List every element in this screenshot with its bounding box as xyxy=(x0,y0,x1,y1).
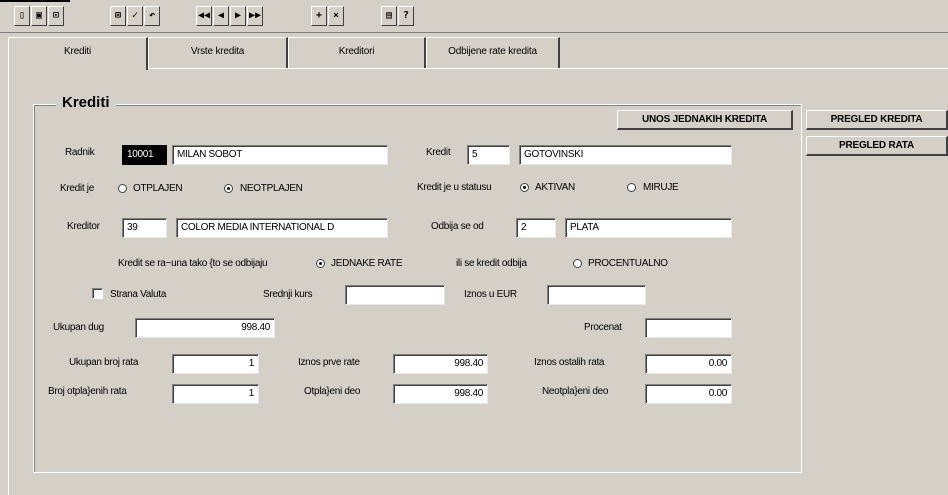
kredit-je-label: Kredit je xyxy=(60,183,94,194)
list-icon[interactable]: ▤ xyxy=(381,6,397,26)
procenat-field[interactable] xyxy=(645,318,732,338)
odbija-se-od-label: Odbija se od xyxy=(431,221,484,232)
ukupan-dug-label: Ukupan dug xyxy=(53,322,104,333)
radnik-name-field[interactable]: MILAN SOBOT xyxy=(172,145,388,165)
kreditor-label: Kreditor xyxy=(67,221,100,232)
odbija-name-field[interactable]: PLATA xyxy=(565,218,732,238)
previous-record-icon[interactable]: ◀ xyxy=(213,6,229,26)
jednake-rate-label: JEDNAKE RATE xyxy=(331,258,403,269)
iznos-prve-rate-field[interactable]: 998.40 xyxy=(393,354,488,374)
srednji-kurs-field[interactable] xyxy=(345,285,445,305)
save-icon[interactable]: ▣ xyxy=(31,6,47,26)
procentualno-radio[interactable] xyxy=(573,259,582,268)
kredit-id-field[interactable]: 5 xyxy=(467,145,510,165)
tab-kreditori[interactable]: Kreditori xyxy=(288,37,426,68)
last-record-icon[interactable]: ▶▶ xyxy=(247,6,263,26)
kredit-odbija-label: ili se kredit odbija xyxy=(456,258,527,269)
otplajen-label: OTPLAJEN xyxy=(133,183,183,194)
neotplajen-radio[interactable] xyxy=(224,184,233,193)
radnik-label: Radnik xyxy=(65,147,95,158)
undo-icon[interactable]: ↶ xyxy=(144,6,160,26)
tab-odbijene-rate-kredita[interactable]: Odbijene rate kredita xyxy=(426,37,560,68)
aktivan-label: AKTIVAN xyxy=(535,182,575,193)
odbija-id-field[interactable]: 2 xyxy=(516,218,556,238)
top-edge-line xyxy=(0,0,70,2)
pregled-kredita-button[interactable]: PREGLED KREDITA xyxy=(806,110,948,130)
strana-valuta-label: Strana Valuta xyxy=(110,289,166,300)
radnik-id-field[interactable]: 10001 xyxy=(122,145,167,165)
ukupan-broj-rata-field[interactable]: 1 xyxy=(172,354,259,374)
procentualno-label: PROCENTUALNO xyxy=(588,258,668,269)
group-title: Krediti xyxy=(56,94,116,111)
next-record-icon[interactable]: ▶ xyxy=(230,6,246,26)
toolbar: ▯ ▣ ⊡ ⊠ ✓ ↶ ◀◀ ◀ ▶ ▶▶ + × ▤ ? xyxy=(0,0,948,33)
iznos-prve-rate-label: Iznos prve rate xyxy=(298,357,360,368)
insert-record-icon[interactable]: + xyxy=(311,6,327,26)
aktivan-radio[interactable] xyxy=(520,183,529,192)
kredit-label: Kredit xyxy=(426,147,451,158)
broj-otplacenih-rata-field[interactable]: 1 xyxy=(172,384,259,404)
kredit-name-field[interactable]: GOTOVINSKI xyxy=(519,145,732,165)
miruje-radio[interactable] xyxy=(627,183,636,192)
iznos-u-eur-label: Iznos u EUR xyxy=(464,289,517,300)
iznos-ostalih-rata-label: Iznos ostalih rata xyxy=(534,357,605,368)
print-icon[interactable]: ⊡ xyxy=(48,6,64,26)
jednake-rate-radio[interactable] xyxy=(316,259,325,268)
broj-otplacenih-rata-label: Broj otpla}enih rata xyxy=(48,386,127,397)
checkmark-icon[interactable]: ✓ xyxy=(127,6,143,26)
kreditor-name-field[interactable]: COLOR MEDIA INTERNATIONAL D xyxy=(176,218,388,238)
tab-strip: Krediti Vrste kredita Kreditori Odbijene… xyxy=(8,37,948,70)
query-icon[interactable]: ⊠ xyxy=(110,6,126,26)
kreditor-id-field[interactable]: 39 xyxy=(122,218,167,238)
ukupan-dug-field[interactable]: 998.40 xyxy=(135,318,275,338)
iznos-u-eur-field[interactable] xyxy=(547,285,646,305)
exit-icon[interactable]: ▯ xyxy=(14,6,30,26)
delete-record-icon[interactable]: × xyxy=(328,6,344,26)
otplajen-radio[interactable] xyxy=(118,184,127,193)
otplaceni-deo-field[interactable]: 998.40 xyxy=(393,384,488,404)
strana-valuta-checkbox[interactable] xyxy=(92,288,103,299)
neotplajen-label: NEOTPLAJEN xyxy=(240,183,303,194)
help-icon[interactable]: ? xyxy=(398,6,414,26)
unos-jednakih-kredita-button[interactable]: UNOS JEDNAKIH KREDITA xyxy=(617,110,793,130)
status-label: Kredit je u statusu xyxy=(417,182,492,193)
iznos-ostalih-rata-field[interactable]: 0.00 xyxy=(645,354,732,374)
first-record-icon[interactable]: ◀◀ xyxy=(196,6,212,26)
miruje-label: MIRUJE xyxy=(643,182,679,193)
otplaceni-deo-label: Otpla}eni deo xyxy=(304,386,361,397)
tab-krediti[interactable]: Krediti xyxy=(8,37,148,70)
tab-vrste-kredita[interactable]: Vrste kredita xyxy=(148,37,288,68)
ukupan-broj-rata-label: Ukupan broj rata xyxy=(69,357,139,368)
neotplaceni-deo-label: Neotpla}eni deo xyxy=(542,386,609,397)
pregled-rata-button[interactable]: PREGLED RATA xyxy=(806,136,948,156)
procenat-label: Procenat xyxy=(584,322,622,333)
racuna-label: Kredit se ra~una tako {to se odbijaju xyxy=(118,258,268,269)
neotplaceni-deo-field[interactable]: 0.00 xyxy=(645,384,732,404)
srednji-kurs-label: Srednji kurs xyxy=(263,289,313,300)
